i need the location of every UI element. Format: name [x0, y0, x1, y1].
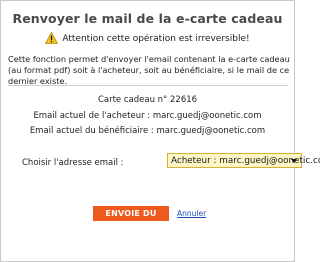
warning-text: Attention cette opération est irreversib…: [62, 34, 250, 44]
warning-message: Attention cette opération est irreversib…: [1, 31, 294, 47]
gift-card-number: Carte cadeau n° 22616: [97, 95, 198, 105]
email-select[interactable]: Acheteur : marc.guedj@oonetic.com: [167, 153, 320, 168]
send-mail-button[interactable]: ENVOIE DU MAIL: [93, 206, 169, 233]
resend-gift-card-dialog: Renvoyer le mail de la e-carte cadeau At…: [0, 0, 320, 262]
buyer-email: Email actuel de l'acheteur : marc.guedj@…: [33, 111, 262, 121]
dialog-title: Renvoyer le mail de la e-carte cadeau: [12, 11, 283, 26]
warning-triangle-icon: [45, 31, 59, 47]
email-select-value: Acheteur : marc.guedj@oonetic.com: [171, 156, 320, 166]
description-text: Cette fonction permet d'envoyer l'email …: [8, 54, 290, 86]
dropdown-arrow-icon: [291, 159, 297, 163]
cancel-link[interactable]: Annuler: [177, 209, 206, 218]
email-choice-label: Choisir l'adresse email :: [22, 158, 124, 168]
beneficiary-email: Email actuel du bénéficiaire : marc.gued…: [29, 126, 266, 136]
divider: [8, 85, 288, 86]
